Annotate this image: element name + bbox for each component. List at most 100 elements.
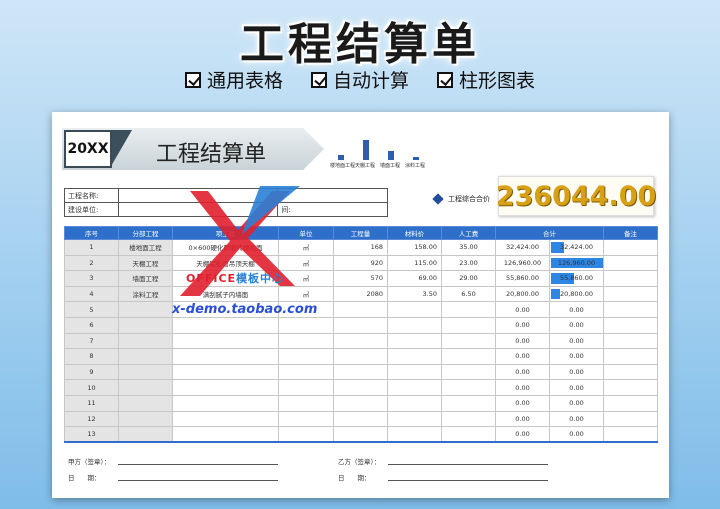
cell-unit[interactable]: [278, 348, 334, 365]
cell-labor[interactable]: [441, 394, 496, 412]
cell-labor[interactable]: [441, 379, 496, 396]
cell-mat[interactable]: [387, 363, 442, 381]
date-b-line[interactable]: [388, 480, 548, 481]
cell-labor[interactable]: 23.00: [441, 254, 496, 272]
cell-remark[interactable]: [603, 363, 658, 381]
cell-labor[interactable]: [441, 363, 496, 381]
cell-unit[interactable]: [278, 379, 334, 396]
cell-remark[interactable]: [603, 379, 658, 396]
cell-total-bar[interactable]: 0.00: [549, 316, 604, 334]
cell-qty[interactable]: 2080: [333, 285, 388, 303]
cell-part[interactable]: [118, 379, 173, 396]
cell-qty[interactable]: [333, 426, 388, 444]
cell-labor[interactable]: [441, 301, 496, 318]
cell-part[interactable]: [118, 394, 173, 412]
cell-total-bar[interactable]: 32,424.00: [549, 239, 604, 256]
cell-total[interactable]: 126,960.00: [495, 254, 550, 272]
cell-unit[interactable]: [278, 332, 334, 350]
cell-part[interactable]: [118, 410, 173, 428]
cell-remark[interactable]: [603, 254, 658, 272]
cell-no[interactable]: 10: [64, 379, 119, 396]
cell-item[interactable]: [172, 348, 279, 365]
cell-no[interactable]: 6: [64, 316, 119, 334]
cell-item[interactable]: [172, 379, 279, 396]
cell-mat[interactable]: [387, 348, 442, 365]
party-b-line[interactable]: [388, 464, 548, 465]
cell-item[interactable]: [172, 426, 279, 444]
cell-total-bar[interactable]: 126,960.00: [549, 254, 604, 272]
cell-qty[interactable]: [333, 316, 388, 334]
cell-mat[interactable]: 115.00: [387, 254, 442, 272]
cell-mat[interactable]: 69.00: [387, 270, 442, 287]
mini-chart-bar[interactable]: [413, 156, 419, 160]
cell-total-bar[interactable]: 0.00: [549, 363, 604, 381]
cell-labor[interactable]: [441, 316, 496, 334]
cell-total-bar[interactable]: 20,800.00: [549, 285, 604, 303]
cell-qty[interactable]: [333, 348, 388, 365]
cell-total[interactable]: 20,800.00: [495, 285, 550, 303]
cell-no[interactable]: 9: [64, 363, 119, 381]
cell-qty[interactable]: 920: [333, 254, 388, 272]
cell-unit[interactable]: [278, 363, 334, 381]
cell-total-bar[interactable]: 0.00: [549, 394, 604, 412]
cell-mat[interactable]: 3.50: [387, 285, 442, 303]
cell-mat[interactable]: [387, 410, 442, 428]
cell-no[interactable]: 1: [64, 239, 119, 256]
cell-no[interactable]: 13: [64, 426, 119, 444]
cell-mat[interactable]: [387, 316, 442, 334]
cell-mat[interactable]: 158.00: [387, 239, 442, 256]
cell-part[interactable]: [118, 316, 173, 334]
cell-part[interactable]: [118, 348, 173, 365]
col-header-material[interactable]: 材料价: [387, 226, 442, 240]
col-header-labor[interactable]: 人工费: [441, 226, 496, 240]
party-a-line[interactable]: [118, 464, 278, 465]
cell-remark[interactable]: [603, 394, 658, 412]
col-header-no[interactable]: 序号: [64, 226, 119, 240]
cell-remark[interactable]: [603, 410, 658, 428]
cell-unit[interactable]: [278, 410, 334, 428]
cell-total[interactable]: 0.00: [495, 379, 550, 396]
cell-remark[interactable]: [603, 332, 658, 350]
cell-qty[interactable]: [333, 301, 388, 318]
cell-no[interactable]: 5: [64, 301, 119, 318]
year-box[interactable]: 20XX: [64, 130, 112, 168]
cell-total-bar[interactable]: 0.00: [549, 332, 604, 350]
cell-total-bar[interactable]: 0.00: [549, 301, 604, 318]
mini-chart-bar[interactable]: [338, 154, 344, 160]
cell-item[interactable]: [172, 316, 279, 334]
cell-mat[interactable]: [387, 379, 442, 396]
cell-remark[interactable]: [603, 316, 658, 334]
cell-labor[interactable]: [441, 410, 496, 428]
cell-mat[interactable]: [387, 332, 442, 350]
cell-qty[interactable]: [333, 363, 388, 381]
cell-item[interactable]: [172, 394, 279, 412]
cell-item[interactable]: [172, 363, 279, 381]
cell-total-bar[interactable]: 0.00: [549, 379, 604, 396]
cell-part[interactable]: [118, 426, 173, 444]
cell-total-bar[interactable]: 55,860.00: [549, 270, 604, 287]
mini-chart-bar[interactable]: [363, 140, 369, 160]
cell-remark[interactable]: [603, 239, 658, 256]
cell-qty[interactable]: [333, 410, 388, 428]
cell-part[interactable]: [118, 363, 173, 381]
cell-part[interactable]: [118, 332, 173, 350]
cell-total[interactable]: 0.00: [495, 316, 550, 334]
cell-qty[interactable]: 570: [333, 270, 388, 287]
cell-labor[interactable]: [441, 348, 496, 365]
cell-qty[interactable]: [333, 379, 388, 396]
cell-remark[interactable]: [603, 270, 658, 287]
date-a-line[interactable]: [118, 480, 278, 481]
mini-bar-chart[interactable]: 楼地面工程 天棚工程 墙面工程 涂料工程: [330, 136, 430, 172]
cell-qty[interactable]: 168: [333, 239, 388, 256]
cell-unit[interactable]: [278, 394, 334, 412]
col-header-remark[interactable]: 备注: [603, 226, 658, 240]
cell-no[interactable]: 8: [64, 348, 119, 365]
cell-remark[interactable]: [603, 301, 658, 318]
cell-mat[interactable]: [387, 394, 442, 412]
col-header-qty[interactable]: 工程量: [333, 226, 388, 240]
cell-total[interactable]: 0.00: [495, 363, 550, 381]
cell-total[interactable]: 0.00: [495, 301, 550, 318]
cell-total-bar[interactable]: 0.00: [549, 410, 604, 428]
col-header-total[interactable]: 合计: [495, 226, 604, 240]
cell-labor[interactable]: [441, 426, 496, 444]
